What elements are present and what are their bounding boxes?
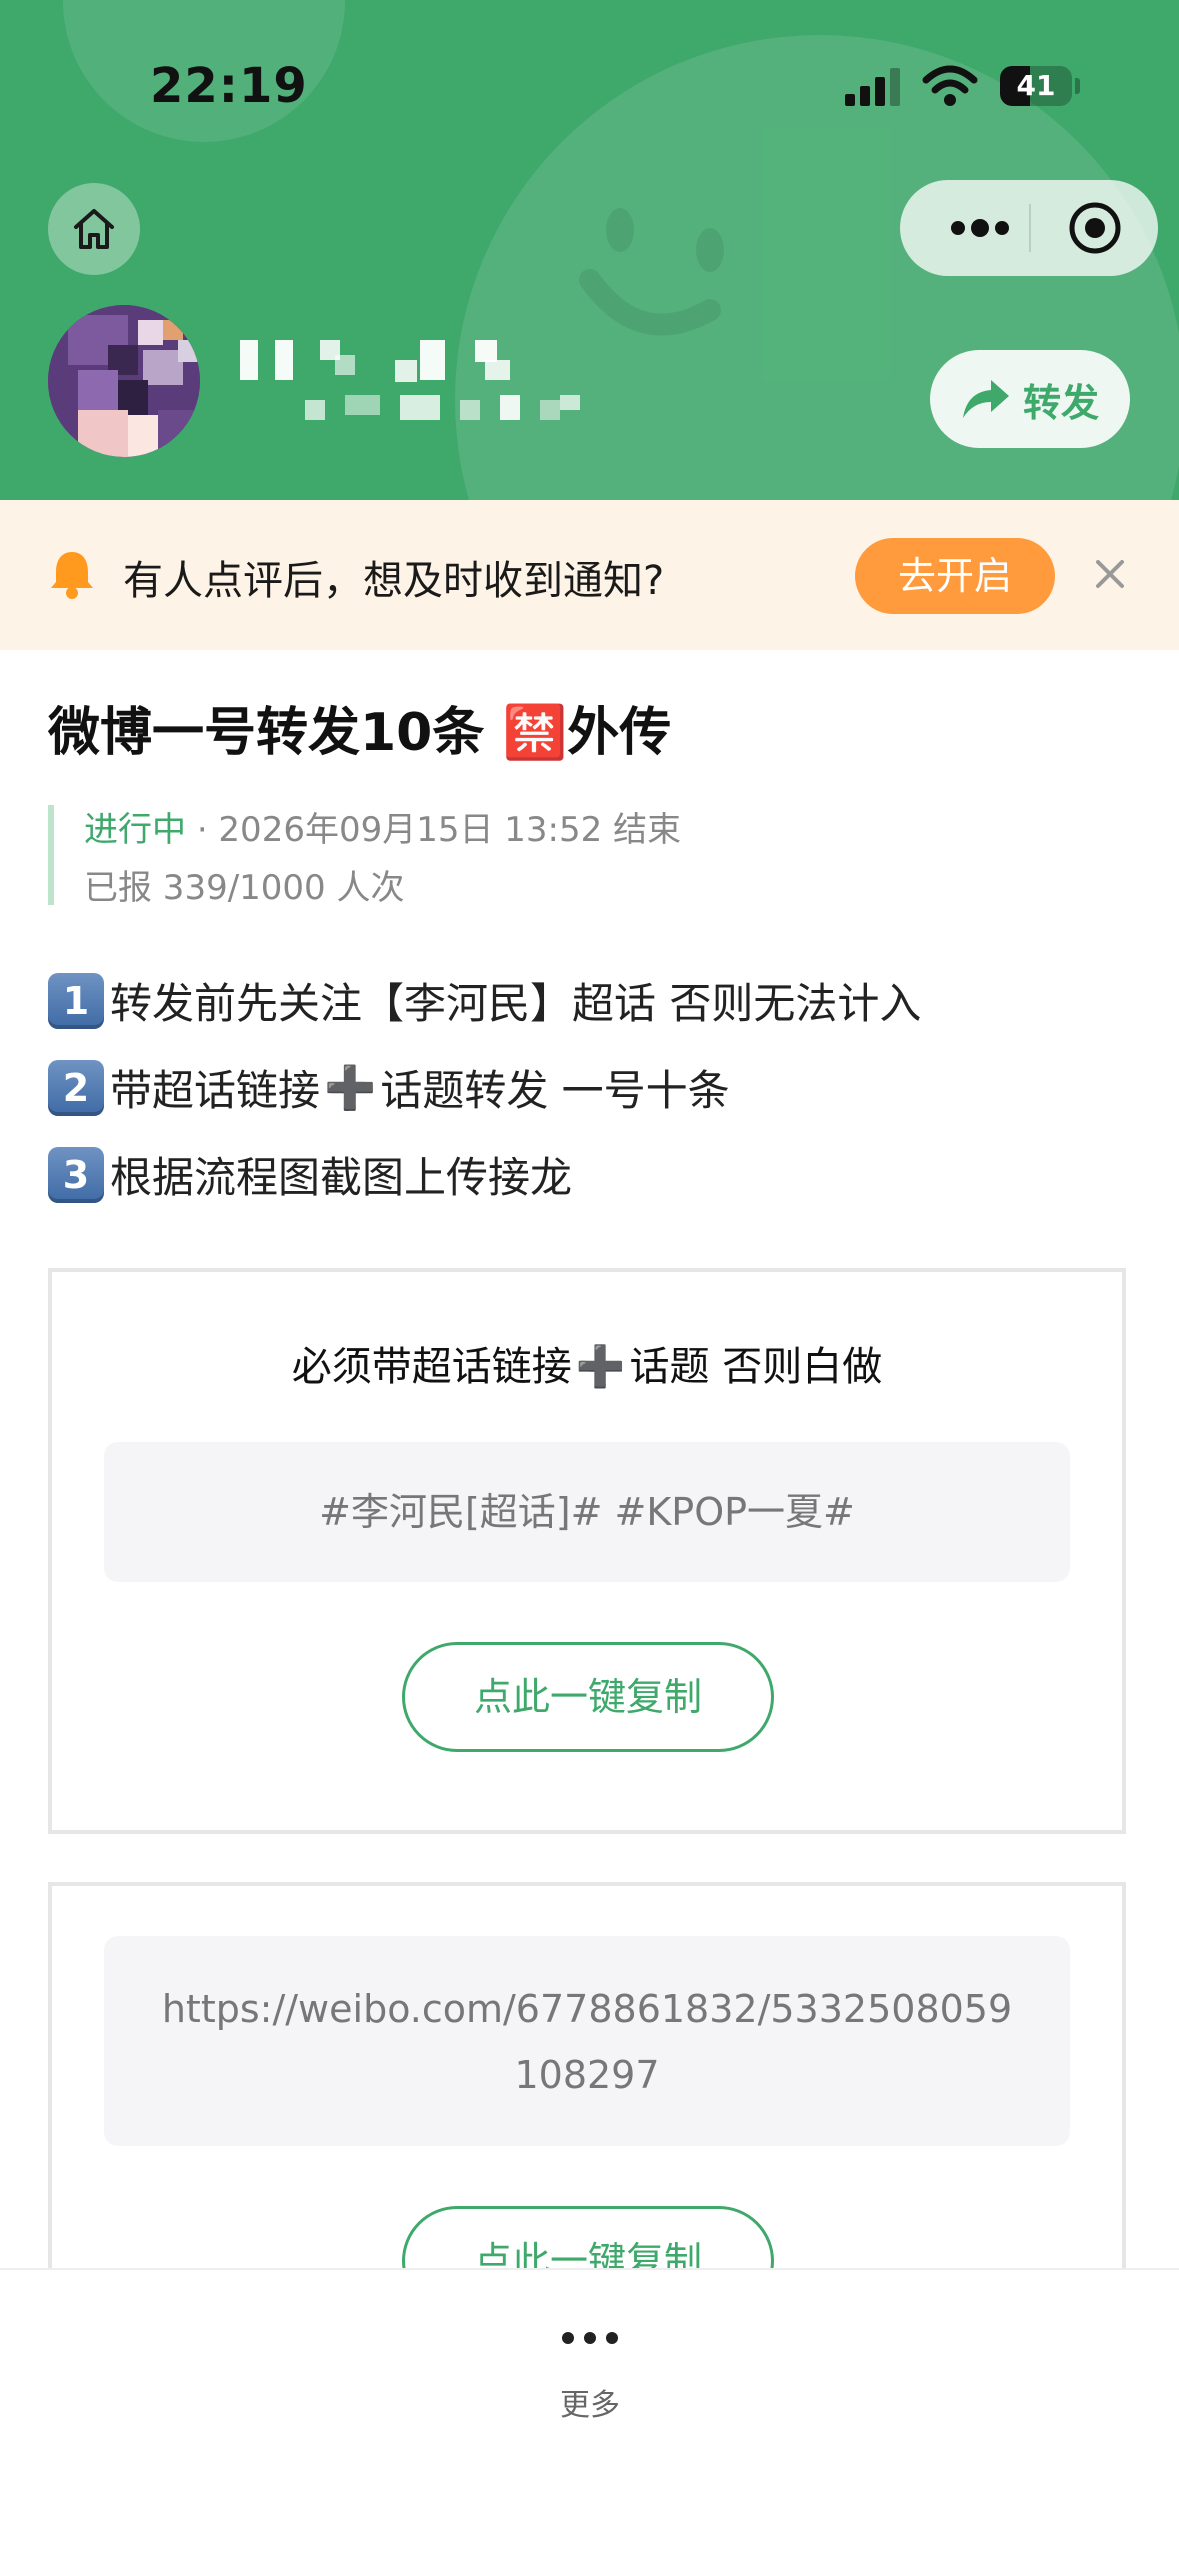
close-icon[interactable]: [1090, 554, 1130, 594]
bell-icon: [51, 552, 93, 599]
plus-icon: ➕: [324, 1062, 377, 1112]
header: 22:19 41 转发: [0, 0, 1179, 500]
wifi-icon: [922, 65, 978, 106]
capsule-divider: [1029, 204, 1031, 252]
copy-topic-button[interactable]: 点此一键复制: [402, 1642, 774, 1752]
more-dots-icon: [951, 219, 1009, 237]
post-title: 微博一号转发10条 🈲外传: [48, 703, 672, 763]
step-1-text: 转发前先关注【李河民】超话 否则无法计入: [110, 979, 922, 1028]
keycap-2-icon: 2: [48, 1059, 104, 1116]
keycap-3-icon: 3: [48, 1146, 104, 1203]
step-2-text-after: 话题转发 一号十条: [380, 1066, 730, 1115]
topic-card: 必须带超话链接 ➕ 话题 否则白做 #李河民[超话]# #KPOP一夏# 点此一键复…: [48, 1268, 1126, 1834]
share-arrow-icon: [962, 380, 1009, 418]
mini-program-capsule: [900, 180, 1158, 276]
step-2: 2 带超话链接 ➕ 话题转发 一号十条: [48, 1057, 730, 1118]
more-button[interactable]: 更多: [480, 2300, 700, 2430]
keycap-1-icon: 1: [48, 972, 104, 1029]
reported-count: 已报 339/1000 人次: [84, 868, 405, 908]
home-icon: [74, 209, 114, 249]
status-bar: 22:19 41: [0, 0, 1179, 150]
notification-text: 有人点评后，想及时收到通知?: [123, 558, 665, 604]
link-line-1: https://weibo.com/6778861832/5332508059: [161, 1987, 1013, 2031]
battery-percentage: 41: [1016, 69, 1056, 102]
share-label: 转发: [1022, 380, 1099, 425]
step-1: 1 转发前先关注【李河民】超话 否则无法计入: [48, 970, 921, 1031]
topic-card-title: 必须带超话链接 ➕ 话题 否则白做: [52, 1334, 1122, 1392]
status-label: 进行中: [84, 810, 186, 850]
close-mini-program-button[interactable]: [1040, 180, 1150, 276]
battery-indicator: 41: [1000, 66, 1072, 106]
avatar[interactable]: [48, 305, 200, 457]
step-3-text: 根据流程图截图上传接龙: [110, 1153, 573, 1202]
bottom-bar: 更多: [0, 2268, 1179, 2558]
topic-card-title-part: 必须带超话链接: [291, 1344, 572, 1390]
step-3: 3 根据流程图截图上传接龙: [48, 1144, 572, 1205]
user-name-blurred: [235, 335, 595, 445]
link-line-2: 108297: [514, 2053, 660, 2097]
notification-banner: 有人点评后，想及时收到通知? 去开启: [0, 500, 1179, 650]
step-2-text-before: 带超话链接: [110, 1066, 321, 1115]
target-close-icon: [1069, 202, 1121, 254]
post-meta: 进行中 · 2026年09月15日 13:52 结束 已报 339/1000 人…: [48, 805, 682, 908]
more-label: 更多: [560, 2388, 620, 2423]
battery-tip: [1075, 78, 1080, 94]
share-button[interactable]: 转发: [930, 350, 1130, 448]
topic-code-box: #李河民[超话]# #KPOP一夏#: [104, 1442, 1070, 1582]
enable-notifications-button[interactable]: 去开启: [855, 538, 1055, 614]
more-dots-icon: [562, 2332, 618, 2344]
home-button[interactable]: [48, 183, 140, 275]
end-time: · 2026年09月15日 13:52 结束: [196, 810, 682, 850]
plus-icon: ➕: [575, 1344, 626, 1390]
more-options-button[interactable]: [930, 180, 1030, 276]
cellular-signal-icon: [845, 68, 900, 106]
status-time: 22:19: [150, 58, 308, 114]
link-code-box: https://weibo.com/6778861832/5332508059 …: [104, 1936, 1070, 2146]
topic-card-title-part: 话题 否则白做: [629, 1344, 883, 1390]
